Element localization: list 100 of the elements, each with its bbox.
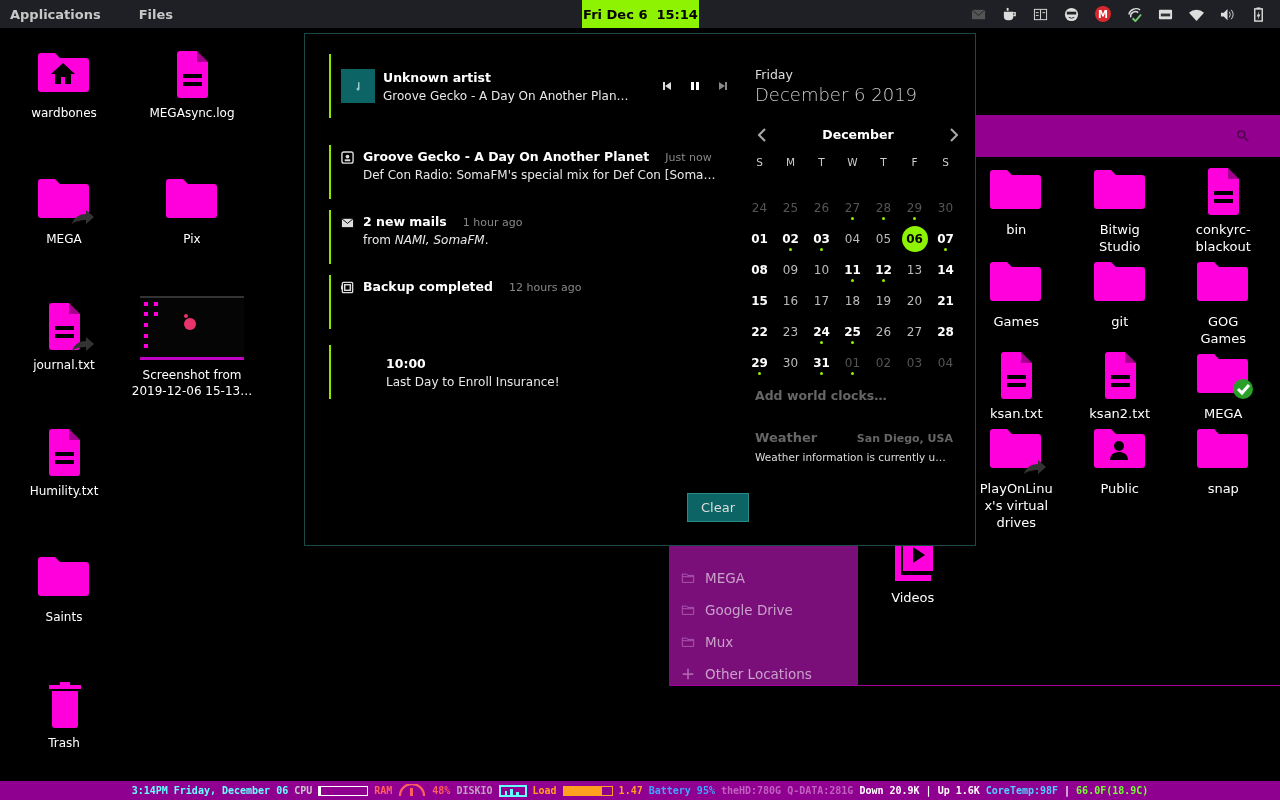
desktop-icon-label[interactable]: journal.txt xyxy=(33,358,95,374)
pause-button[interactable] xyxy=(689,80,701,92)
calendar-day[interactable]: 15 xyxy=(746,287,773,314)
cup-icon[interactable] xyxy=(1002,6,1017,22)
file-label[interactable]: conkyrc-blackout xyxy=(1185,221,1262,255)
notification[interactable]: Backup completed 12 hours ago xyxy=(329,275,729,329)
notification-title: 10:00 xyxy=(386,355,426,371)
calendar-day[interactable]: 16 xyxy=(777,287,804,314)
folder-icon xyxy=(681,603,695,617)
file-label[interactable]: Public xyxy=(1100,480,1139,497)
previous-track-button[interactable] xyxy=(661,80,673,92)
month-label: December xyxy=(822,127,894,142)
face-icon[interactable] xyxy=(1064,6,1079,22)
status-text: Down 20.9K | Up 1.6K xyxy=(859,785,980,796)
battery-icon[interactable] xyxy=(1251,6,1266,22)
file-label[interactable]: Games xyxy=(993,313,1039,330)
calendar-day[interactable]: 30 xyxy=(777,349,804,376)
status-text: 1.47 xyxy=(618,785,643,796)
radio-icon xyxy=(341,151,354,164)
desktop-icon-label[interactable]: Trash xyxy=(48,736,80,752)
notification-title: 2 new mails xyxy=(363,214,447,229)
top-menu[interactable]: Applications xyxy=(10,6,101,22)
calendar-day[interactable]: 27 xyxy=(901,318,928,345)
calendar-day[interactable]: 12 xyxy=(870,256,897,283)
panel-icon[interactable] xyxy=(1033,6,1048,22)
calendar-day[interactable]: 31 xyxy=(808,349,835,376)
desktop-icon-label[interactable]: Saints xyxy=(45,610,83,626)
calendar-day[interactable]: 03 xyxy=(808,225,835,252)
calendar-day[interactable]: 13 xyxy=(901,256,928,283)
status-text: theHD:780G Q-DATA:281G xyxy=(720,785,854,796)
clear-button[interactable]: Clear xyxy=(687,493,749,522)
calendar-day[interactable]: 14 xyxy=(932,256,959,283)
notification[interactable]: 10:00 Last Day to Enroll Insurance! xyxy=(329,345,729,399)
file-label[interactable]: MEGA xyxy=(1204,405,1243,422)
weekday-header: M xyxy=(784,156,797,170)
notification-time: 1 hour ago xyxy=(462,216,523,229)
world-clocks-link[interactable]: Add world clocks… xyxy=(755,388,953,403)
calendar-day[interactable]: 19 xyxy=(870,287,897,314)
file-label[interactable]: ksan2.txt xyxy=(1089,405,1151,422)
file-label[interactable]: git xyxy=(1111,313,1129,330)
desktop-icon-label[interactable]: MEGA xyxy=(46,232,82,248)
next-track-button[interactable] xyxy=(717,80,729,92)
status-text: Battery 95% xyxy=(648,785,715,796)
mega-tray-icon[interactable]: M xyxy=(1095,6,1111,22)
top-menu[interactable]: Files xyxy=(138,6,174,22)
calendar-day[interactable]: 09 xyxy=(777,256,804,283)
notification[interactable]: 2 new mails 1 hour ago from NAMI, SomaFM. xyxy=(329,210,729,264)
sidebar-item[interactable]: Mux xyxy=(705,634,734,650)
calendar-day[interactable]: 05 xyxy=(870,225,897,252)
calendar-day[interactable]: 29 xyxy=(746,349,773,376)
status-text: 66.0F(18.9C) xyxy=(1076,785,1149,796)
calendar-day[interactable]: 20 xyxy=(901,287,928,314)
calendar-day[interactable]: 23 xyxy=(777,318,804,345)
desktop-icon-label[interactable]: Screenshot from 2019-12-06 15-13… xyxy=(128,368,256,400)
clock[interactable]: Fri Dec 6 15:14 xyxy=(582,0,699,28)
file-label[interactable]: bin xyxy=(1006,221,1027,238)
calendar-day[interactable]: 08 xyxy=(746,256,773,283)
sidebar-item[interactable]: Other Locations xyxy=(705,666,812,682)
file-label[interactable]: PlayOnLinux's virtual drives xyxy=(978,480,1055,531)
calendar-day[interactable]: 18 xyxy=(839,287,866,314)
notification-title: Groove Gecko - A Day On Another Planet xyxy=(363,149,650,164)
notification-time: Just now xyxy=(665,151,712,164)
calendar-day[interactable]: 24 xyxy=(808,318,835,345)
calendar-day[interactable]: 28 xyxy=(932,318,959,345)
calendar-day[interactable]: 22 xyxy=(746,318,773,345)
calendar-day[interactable]: 01 xyxy=(746,225,773,252)
desktop-icon-label[interactable]: Humility.txt xyxy=(29,484,99,500)
status-text: CoreTemp:98F xyxy=(985,785,1059,796)
status-text: CPU xyxy=(294,785,313,796)
desktop-icon-label[interactable]: wardbones xyxy=(31,106,97,122)
calendar-day[interactable]: 26 xyxy=(870,318,897,345)
sidebar-item[interactable]: MEGA xyxy=(705,570,745,586)
calendar-day[interactable]: 04 xyxy=(839,225,866,252)
calendar-day[interactable]: 07 xyxy=(932,225,959,252)
desktop-icon-label[interactable]: Pix xyxy=(183,232,201,248)
calendar-day[interactable]: 02 xyxy=(777,225,804,252)
notification[interactable]: Groove Gecko - A Day On Another Planet Just now Def Con Radio: SomaFM's special mix for Def Con [Soma… xyxy=(329,145,729,199)
next-month-button[interactable] xyxy=(949,127,959,142)
previous-month-button[interactable] xyxy=(757,127,767,142)
plus-icon xyxy=(681,667,695,681)
status-text: Load xyxy=(532,785,557,796)
calendar-day[interactable]: 25 xyxy=(839,318,866,345)
calendar-day[interactable]: 10 xyxy=(808,256,835,283)
file-label[interactable]: Bitwig Studio xyxy=(1081,221,1158,255)
notification[interactable]: Unknown artist Groove Gecko - A Day On Another Plan… xyxy=(329,54,729,118)
weekday-label: Friday xyxy=(755,67,794,82)
calendar-day[interactable]: 06 xyxy=(901,225,928,252)
desktop-icon-label[interactable]: MEGAsync.log xyxy=(149,106,235,122)
volume-icon[interactable] xyxy=(1220,6,1235,22)
file-label[interactable]: snap xyxy=(1207,480,1239,497)
calendar-day[interactable]: 21 xyxy=(932,287,959,314)
weather-location: San Diego, USA xyxy=(856,432,953,445)
file-label[interactable]: Videos xyxy=(891,589,935,606)
file-label[interactable]: GOG Games xyxy=(1185,313,1262,347)
file-label[interactable]: ksan.txt xyxy=(990,405,1043,422)
sidebar-item[interactable]: Google Drive xyxy=(705,602,793,618)
calendar-day[interactable]: 17 xyxy=(808,287,835,314)
weekday-header: S xyxy=(941,156,950,170)
sync-check-icon[interactable] xyxy=(1127,6,1142,22)
calendar-day[interactable]: 11 xyxy=(839,256,866,283)
